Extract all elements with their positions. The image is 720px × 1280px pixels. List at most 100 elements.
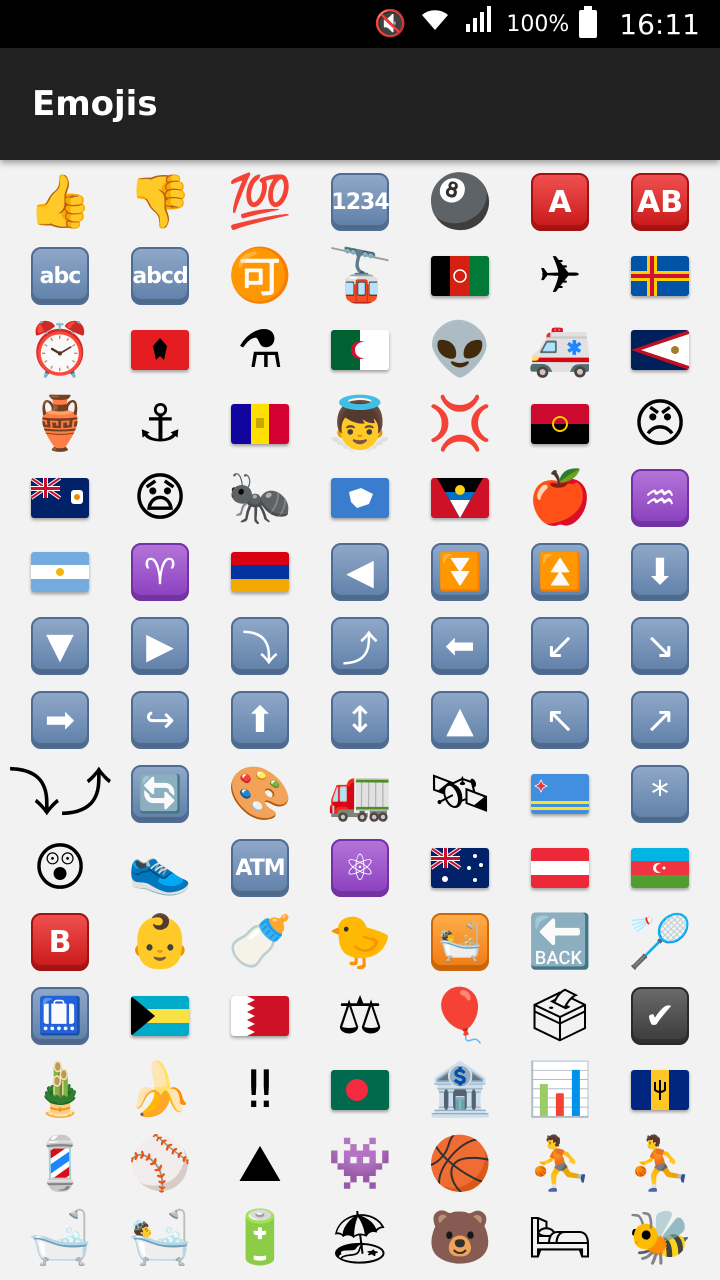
- flag-angola-cell[interactable]: [510, 387, 610, 461]
- baggage-claim-cell[interactable]: 🛄: [10, 979, 110, 1053]
- flag-aland-islands-cell[interactable]: [610, 239, 710, 313]
- aerial-tramway-cell[interactable]: 🚡: [310, 239, 410, 313]
- pool-8-ball-cell[interactable]: 🎱: [410, 165, 510, 239]
- person-taking-bath-cell[interactable]: 🛀: [110, 1201, 210, 1275]
- articulated-lorry-cell[interactable]: 🚛: [310, 757, 410, 831]
- basketball-cell[interactable]: 🏀: [410, 1127, 510, 1201]
- double-exclamation-cell[interactable]: ‼: [210, 1053, 310, 1127]
- right-arrow-curving-left-cell[interactable]: ↪: [110, 683, 210, 757]
- down-right-arrow-cell[interactable]: ↘: [610, 609, 710, 683]
- japanese-acceptable-button-cell[interactable]: 🉑: [210, 239, 310, 313]
- flag-azerbaijan-cell[interactable]: [610, 831, 710, 905]
- flag-antarctica-cell[interactable]: [310, 461, 410, 535]
- check-box-cell[interactable]: ✔: [610, 979, 710, 1053]
- thumbs-down-cell[interactable]: 👎: [110, 165, 210, 239]
- flag-aruba-cell[interactable]: [510, 757, 610, 831]
- flag-albania-cell[interactable]: [110, 313, 210, 387]
- up-arrow-cell[interactable]: ⬆: [210, 683, 310, 757]
- barber-pole-cell[interactable]: 💈: [10, 1127, 110, 1201]
- amphora-cell[interactable]: 🏺: [10, 387, 110, 461]
- bathtub-cell[interactable]: 🛁: [10, 1201, 110, 1275]
- alien-cell[interactable]: 👽: [410, 313, 510, 387]
- flag-barbados-cell[interactable]: [610, 1053, 710, 1127]
- satellite-cell[interactable]: 🛰: [410, 757, 510, 831]
- woman-bouncing-ball-cell[interactable]: ⛹: [610, 1127, 710, 1201]
- atom-symbol-cell[interactable]: ⚛: [310, 831, 410, 905]
- flag-bahamas-cell[interactable]: [110, 979, 210, 1053]
- bed-cell[interactable]: 🛏: [510, 1201, 610, 1275]
- alarm-clock-cell[interactable]: ⏰: [10, 313, 110, 387]
- ant-cell[interactable]: 🐜: [210, 461, 310, 535]
- man-bouncing-ball-cell[interactable]: ⛹: [510, 1127, 610, 1201]
- right-arrow-cell[interactable]: ➡: [10, 683, 110, 757]
- baby-chick-cell[interactable]: 🐤: [310, 905, 410, 979]
- back-arrow-cell[interactable]: 🔙: [510, 905, 610, 979]
- up-right-arrow-cell[interactable]: ↗: [610, 683, 710, 757]
- bath-room-sign-cell[interactable]: 🛀: [410, 905, 510, 979]
- bar-chart-cell[interactable]: 📊: [510, 1053, 610, 1127]
- down-left-arrow-cell[interactable]: ↙: [510, 609, 610, 683]
- aquarius-cell[interactable]: ♒: [610, 461, 710, 535]
- battery-cell[interactable]: 🔋: [210, 1201, 310, 1275]
- flag-algeria-cell[interactable]: [310, 313, 410, 387]
- anchor-cell[interactable]: ⚓: [110, 387, 210, 461]
- a-button-blood-type-cell[interactable]: A: [510, 165, 610, 239]
- atm-sign-cell[interactable]: ATM: [210, 831, 310, 905]
- input-latin-letters-cell[interactable]: abc: [10, 239, 110, 313]
- left-arrow-cell[interactable]: ⬅: [410, 609, 510, 683]
- artist-palette-cell[interactable]: 🎨: [210, 757, 310, 831]
- red-apple-cell[interactable]: 🍎: [510, 461, 610, 535]
- flag-australia-cell[interactable]: [410, 831, 510, 905]
- alembic-cell[interactable]: ⚗: [210, 313, 310, 387]
- flag-antigua-barbuda-cell[interactable]: [410, 461, 510, 535]
- balloon-cell[interactable]: 🎈: [410, 979, 510, 1053]
- aries-cell[interactable]: ♈: [110, 535, 210, 609]
- bank-cell[interactable]: 🏦: [410, 1053, 510, 1127]
- basecamp-cell[interactable]: ⛰: [210, 1127, 310, 1201]
- right-arrow-curving-down-cell[interactable]: ⤵: [210, 609, 310, 683]
- flag-afghanistan-cell[interactable]: [410, 239, 510, 313]
- ab-button-blood-type-cell[interactable]: AB: [610, 165, 710, 239]
- flag-anguilla-cell[interactable]: [10, 461, 110, 535]
- right-arrow-curving-up-cell[interactable]: ⤴: [310, 609, 410, 683]
- airplane-cell[interactable]: ✈: [510, 239, 610, 313]
- honeybee-cell[interactable]: 🐝: [610, 1201, 710, 1275]
- play-button-cell[interactable]: ▶: [110, 609, 210, 683]
- flag-argentina-cell[interactable]: [10, 535, 110, 609]
- reverse-button-cell[interactable]: ◀: [310, 535, 410, 609]
- baseball-cell[interactable]: ⚾: [110, 1127, 210, 1201]
- baby-cell[interactable]: 👶: [110, 905, 210, 979]
- up-down-arrow-cell[interactable]: ↕: [310, 683, 410, 757]
- balance-scale-cell[interactable]: ⚖: [310, 979, 410, 1053]
- asterisk-button-cell[interactable]: *: [610, 757, 710, 831]
- astonished-face-cell[interactable]: 😲: [10, 831, 110, 905]
- bear-face-cell[interactable]: 🐻: [410, 1201, 510, 1275]
- downwards-button-cell[interactable]: ▼: [10, 609, 110, 683]
- upwards-button-cell[interactable]: ▲: [410, 683, 510, 757]
- running-shoe-cell[interactable]: 👟: [110, 831, 210, 905]
- fast-up-button-cell[interactable]: ⏫: [510, 535, 610, 609]
- anguished-face-cell[interactable]: 😧: [110, 461, 210, 535]
- pine-decoration-cell[interactable]: 🎍: [10, 1053, 110, 1127]
- flag-bangladesh-cell[interactable]: [310, 1053, 410, 1127]
- thumbs-up-cell[interactable]: 👍: [10, 165, 110, 239]
- anger-symbol-cell[interactable]: 💢: [410, 387, 510, 461]
- beach-with-umbrella-cell[interactable]: 🏖: [310, 1201, 410, 1275]
- angry-face-cell[interactable]: 😠: [610, 387, 710, 461]
- hundred-points-cell[interactable]: 💯: [210, 165, 310, 239]
- baby-bottle-cell[interactable]: 🍼: [210, 905, 310, 979]
- input-numbers-cell[interactable]: 1234: [310, 165, 410, 239]
- clockwise-vertical-arrows-cell[interactable]: ⤵⤴: [8, 757, 112, 831]
- baby-angel-cell[interactable]: 👼: [310, 387, 410, 461]
- badminton-cell[interactable]: 🏸: [610, 905, 710, 979]
- up-left-arrow-cell[interactable]: ↖: [510, 683, 610, 757]
- fast-down-button-cell[interactable]: ⏬: [410, 535, 510, 609]
- input-latin-lowercase-cell[interactable]: abcd: [110, 239, 210, 313]
- banana-cell[interactable]: 🍌: [110, 1053, 210, 1127]
- ballot-box-cell[interactable]: 🗳: [510, 979, 610, 1053]
- basecamp-guy-cell[interactable]: 👾: [310, 1127, 410, 1201]
- counterclockwise-arrows-button-cell[interactable]: 🔄: [110, 757, 210, 831]
- flag-austria-cell[interactable]: [510, 831, 610, 905]
- flag-american-samoa-cell[interactable]: [610, 313, 710, 387]
- b-button-blood-type-cell[interactable]: B: [10, 905, 110, 979]
